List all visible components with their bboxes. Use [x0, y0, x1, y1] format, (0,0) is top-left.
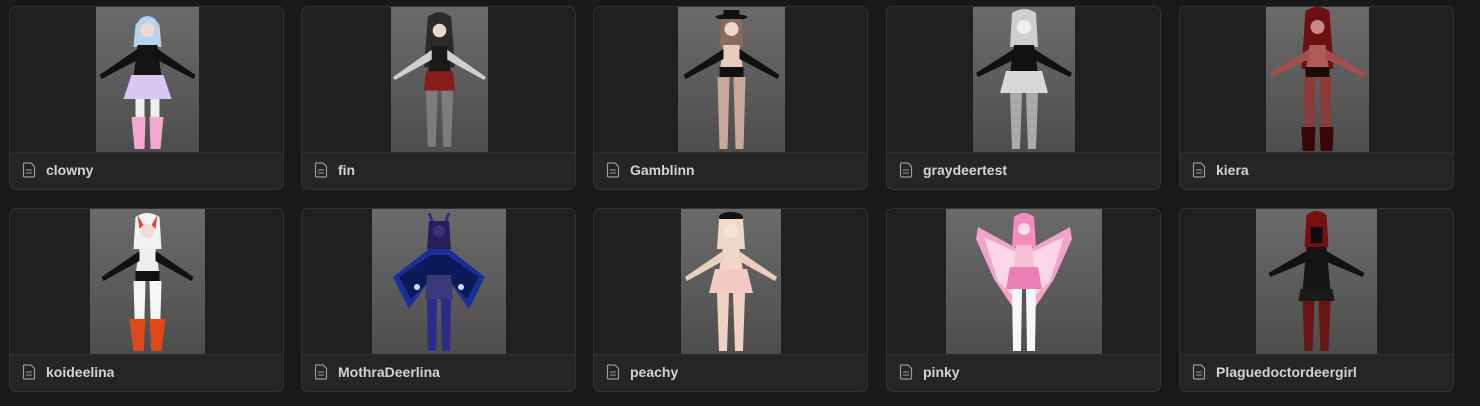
avatar-thumbnail — [391, 7, 488, 152]
card-footer: Gamblinn — [594, 151, 867, 189]
avatar-thumbnail — [1266, 7, 1369, 152]
page-icon — [1192, 364, 1206, 380]
avatar-thumbnail — [372, 209, 506, 354]
avatar-thumbnail — [681, 209, 781, 354]
card-footer: fin — [302, 151, 575, 189]
page-icon — [314, 162, 328, 178]
card-footer: koideelina — [10, 353, 283, 391]
card-footer: kiera — [1180, 151, 1453, 189]
avatar-thumbnail — [973, 7, 1075, 152]
card-cover — [302, 7, 575, 153]
card-cover — [10, 7, 283, 153]
card-title: Plaguedoctordeergirl — [1216, 364, 1357, 380]
card-title: clowny — [46, 162, 94, 178]
card-title: Gamblinn — [630, 162, 695, 178]
avatar-thumbnail — [678, 7, 785, 152]
card-cover — [1180, 209, 1453, 355]
gallery-card-pinky[interactable]: pinky — [886, 208, 1161, 392]
card-title: fin — [338, 162, 356, 178]
avatar-thumbnail — [90, 209, 205, 354]
avatar-thumbnail — [1256, 209, 1377, 354]
card-title: koideelina — [46, 364, 115, 380]
card-cover — [10, 209, 283, 355]
card-title: kiera — [1216, 162, 1249, 178]
card-title: MothraDeerlina — [338, 364, 440, 380]
gallery-card-graydeertest[interactable]: graydeertest — [886, 6, 1161, 190]
card-cover — [302, 209, 575, 355]
card-cover — [594, 7, 867, 153]
page-icon — [22, 364, 36, 380]
gallery-grid: clowny fin Gamblinn graydeertest kiera k… — [0, 0, 1480, 406]
gallery-card-kiera[interactable]: kiera — [1179, 6, 1454, 190]
card-footer: graydeertest — [887, 151, 1160, 189]
page-icon — [899, 162, 913, 178]
page-icon — [314, 364, 328, 380]
page-icon — [22, 162, 36, 178]
card-footer: MothraDeerlina — [302, 353, 575, 391]
card-title: pinky — [923, 364, 960, 380]
gallery-card-plaguedoctordeergirl[interactable]: Plaguedoctordeergirl — [1179, 208, 1454, 392]
card-title: peachy — [630, 364, 679, 380]
card-cover — [887, 7, 1160, 153]
card-footer: Plaguedoctordeergirl — [1180, 353, 1453, 391]
gallery-card-peachy[interactable]: peachy — [593, 208, 868, 392]
page-icon — [606, 162, 620, 178]
gallery-card-clowny[interactable]: clowny — [9, 6, 284, 190]
card-cover — [594, 209, 867, 355]
avatar-thumbnail — [96, 7, 199, 152]
card-footer: clowny — [10, 151, 283, 189]
card-cover — [887, 209, 1160, 355]
gallery-card-koideelina[interactable]: koideelina — [9, 208, 284, 392]
card-footer: peachy — [594, 353, 867, 391]
avatar-thumbnail — [946, 209, 1102, 354]
page-icon — [1192, 162, 1206, 178]
card-cover — [1180, 7, 1453, 153]
gallery-card-fin[interactable]: fin — [301, 6, 576, 190]
page-icon — [899, 364, 913, 380]
gallery-card-gamblinn[interactable]: Gamblinn — [593, 6, 868, 190]
card-title: graydeertest — [923, 162, 1008, 178]
card-footer: pinky — [887, 353, 1160, 391]
gallery-card-mothradeerlina[interactable]: MothraDeerlina — [301, 208, 576, 392]
page-icon — [606, 364, 620, 380]
